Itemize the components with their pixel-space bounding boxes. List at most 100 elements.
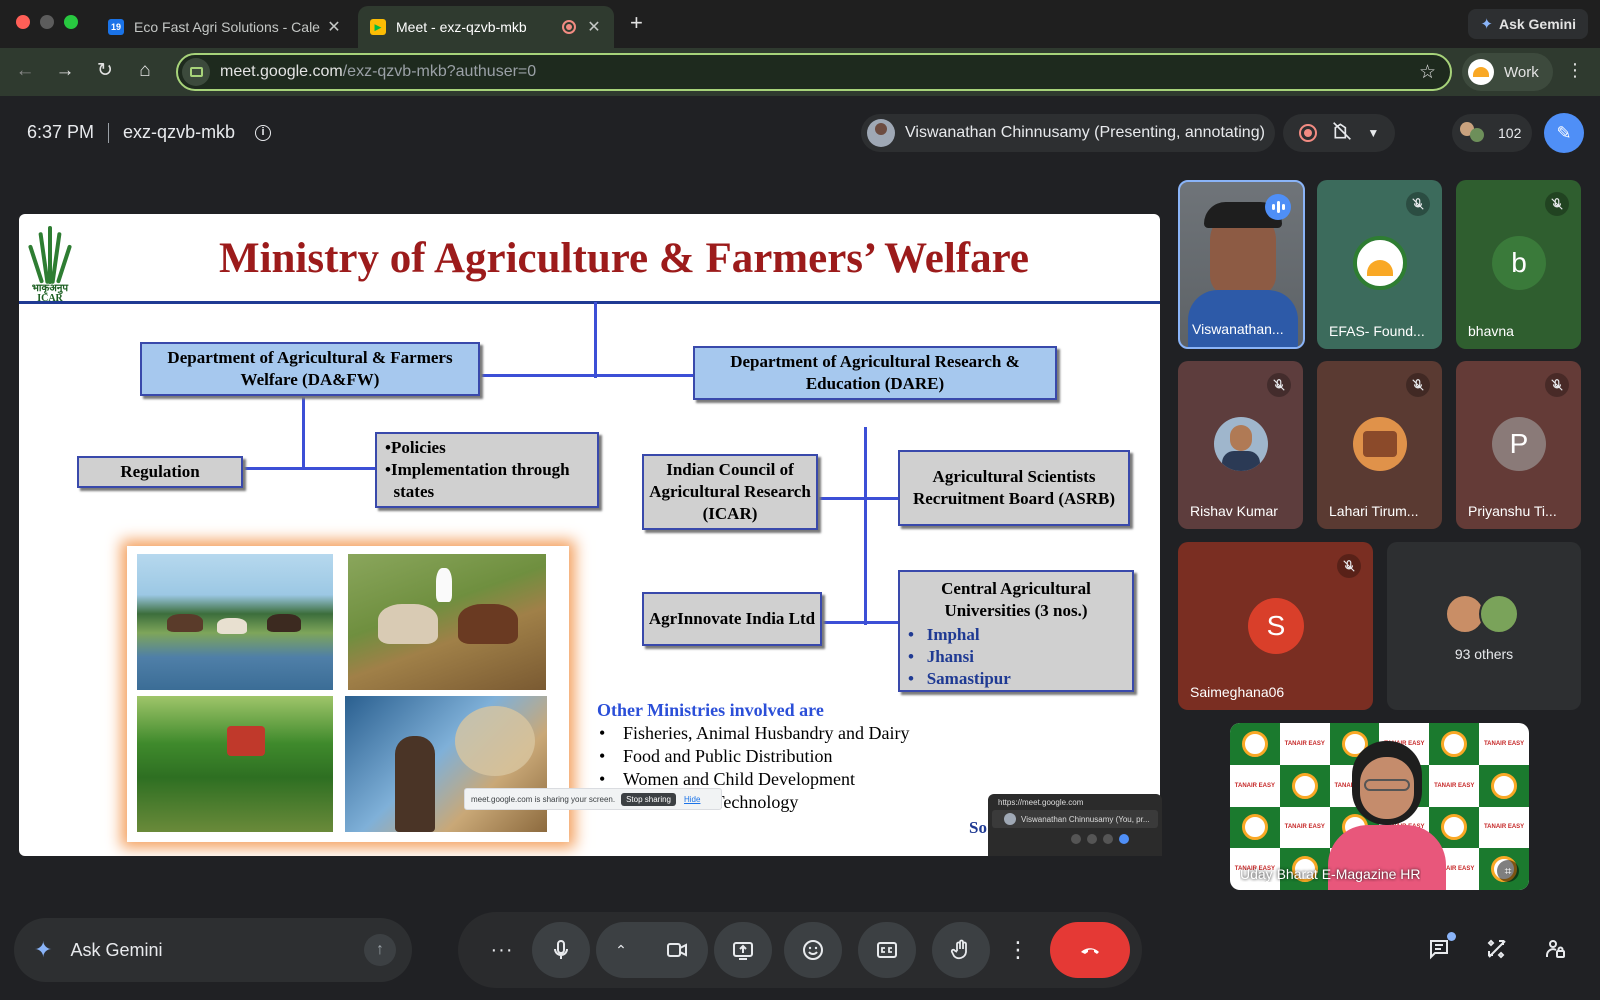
info-icon[interactable]: i [255, 124, 272, 141]
microphone-icon [554, 939, 568, 959]
participant-name: Saimeghana06 [1190, 684, 1285, 700]
participant-tile[interactable]: S Saimeghana06 [1178, 542, 1373, 710]
raise-hand-icon [950, 939, 967, 960]
chat-icon [1430, 940, 1448, 960]
tab-meet[interactable]: ▶ Meet - exz-qzvb-mkb ✕ [358, 6, 614, 48]
chat-button[interactable] [1424, 932, 1456, 964]
meeting-info: 6:37 PM exz-qzvb-mkb i [27, 122, 272, 143]
mini-control-icon[interactable] [1119, 834, 1129, 844]
bookmark-star-icon[interactable]: ☆ [1419, 61, 1436, 84]
reload-icon[interactable]: ↻ [92, 58, 118, 84]
cau-item: • Jhansi [908, 647, 974, 666]
participant-tile[interactable]: P Priyanshu Ti... [1456, 361, 1581, 529]
close-tab-icon[interactable]: ✕ [326, 17, 342, 37]
tab-calendar[interactable]: 19 Eco Fast Agri Solutions - Cale ✕ [96, 6, 354, 48]
captions-icon [877, 942, 897, 958]
tab-title: Eco Fast Agri Solutions - Cale [134, 19, 320, 35]
list-item: Food and Public Distribution [599, 745, 909, 768]
slide-title: Ministry of Agriculture & Farmers’ Welfa… [218, 235, 1029, 282]
browser-toolbar: ← → ↻ ⌂ meet.google.com/exz-qzvb-mkb?aut… [0, 48, 1600, 96]
chevron-up-icon[interactable]: ⌃ [615, 942, 627, 959]
others-tile[interactable]: 93 others [1387, 542, 1581, 710]
participant-tile[interactable]: Viswanathan... [1178, 180, 1305, 349]
close-tab-icon[interactable]: ✕ [586, 17, 602, 37]
recording-controls[interactable]: ▼ [1283, 114, 1395, 152]
participant-tile[interactable]: Lahari Tirum... [1317, 361, 1442, 529]
reactions-button[interactable] [784, 922, 842, 978]
ox-plough-photo [348, 554, 546, 690]
mic-off-icon [1406, 192, 1430, 216]
mini-meet-window[interactable]: https://meet.google.com Viswanathan Chin… [988, 794, 1162, 856]
present-screen-icon [733, 942, 753, 960]
ask-gemini-button[interactable]: ✦ Ask Gemini [1468, 9, 1588, 39]
meeting-time: 6:37 PM [27, 122, 95, 142]
winnowing-photo [345, 696, 547, 832]
raise-hand-button[interactable] [932, 922, 990, 978]
hang-up-icon [1081, 948, 1099, 954]
self-video-tile[interactable]: TANAIR EASY TANAIR EASY TANAIR EASY TANAIR… [1230, 723, 1529, 890]
cau-item: • Imphal [908, 625, 980, 644]
home-icon[interactable]: ⌂ [132, 58, 158, 84]
mini-control-icon[interactable] [1071, 834, 1081, 844]
address-bar[interactable]: meet.google.com/exz-qzvb-mkb?authuser=0 … [176, 53, 1452, 91]
forward-arrow-icon[interactable]: → [52, 58, 78, 84]
annotate-pen-icon[interactable]: ✎ [1544, 113, 1584, 153]
title-rule [19, 301, 1160, 304]
connector-line [594, 302, 597, 378]
tractor-field-photo [137, 696, 333, 832]
avatar: P [1492, 417, 1546, 471]
microphone-button[interactable] [532, 922, 590, 978]
back-arrow-icon[interactable]: ← [12, 58, 38, 84]
participant-tile[interactable]: b bhavna [1456, 180, 1581, 349]
tab-title: Meet - exz-qzvb-mkb [396, 19, 527, 35]
annotation-off-icon[interactable] [1332, 121, 1352, 146]
cau-title: Central Agricultural Universities (3 nos… [941, 579, 1091, 620]
mini-control-icon[interactable] [1103, 834, 1113, 844]
more-options-button[interactable]: ··· [472, 922, 532, 978]
ask-gemini-label: Ask Gemini [1498, 16, 1576, 32]
close-window-button[interactable] [16, 15, 30, 29]
more-actions-button[interactable]: ⋮ [998, 922, 1038, 978]
policies-line: •Policies [385, 438, 446, 457]
gemini-sparkle-icon: ✦ [1480, 16, 1493, 33]
mini-control-icon[interactable] [1087, 834, 1097, 844]
policies-line: states [385, 482, 435, 501]
icar-logo: भाकृअनुप ICAR [21, 214, 79, 304]
profile-avatar [1468, 59, 1494, 85]
activities-button[interactable] [1482, 934, 1512, 964]
maximize-window-button[interactable] [64, 15, 78, 29]
site-info-icon[interactable] [182, 58, 210, 86]
recording-icon[interactable] [1298, 124, 1317, 142]
notification-dot [1447, 932, 1456, 941]
presenter-indicator[interactable]: Viswanathan Chinnusamy (Presenting, anno… [861, 114, 1275, 152]
crop-icon[interactable]: ⌗ [1497, 860, 1519, 882]
divider [108, 122, 110, 143]
browser-menu-icon[interactable]: ⋮ [1566, 60, 1584, 81]
leave-call-button[interactable] [1050, 922, 1130, 978]
participant-tile[interactable]: EFAS- Found... [1317, 180, 1442, 349]
screen-share-notification: meet.google.com is sharing your screen. … [464, 788, 722, 810]
box-cau: Central Agricultural Universities (3 nos… [898, 570, 1134, 692]
send-arrow-icon[interactable]: ↑ [364, 934, 396, 966]
recording-indicator-icon [562, 20, 576, 34]
present-screen-button[interactable] [714, 922, 772, 978]
browser-tab-bar: 19 Eco Fast Agri Solutions - Cale ✕ ▶ Me… [0, 0, 1600, 48]
avatar: S [1248, 598, 1304, 654]
new-tab-button[interactable]: + [630, 10, 643, 36]
minimize-window-button[interactable] [40, 15, 54, 29]
participant-tile[interactable]: Rishav Kumar [1178, 361, 1303, 529]
cau-item: • Samastipur [908, 669, 1011, 688]
stop-sharing-button[interactable]: Stop sharing [621, 792, 676, 806]
vertical-dots-icon: ⋮ [1007, 937, 1029, 962]
connector-line [243, 467, 375, 470]
host-controls-button[interactable] [1540, 934, 1570, 964]
profile-button[interactable]: Work [1462, 53, 1553, 91]
chevron-down-icon[interactable]: ▼ [1367, 126, 1379, 140]
captions-button[interactable] [858, 922, 916, 978]
ask-gemini-input[interactable]: ✦ Ask Gemini ↑ [14, 918, 412, 982]
url-host: meet.google.com [220, 63, 343, 80]
hide-link[interactable]: Hide [684, 795, 700, 804]
participants-button[interactable]: 102 [1452, 114, 1532, 152]
connector-line [816, 497, 898, 500]
camera-button[interactable]: ⌃ [596, 922, 708, 978]
